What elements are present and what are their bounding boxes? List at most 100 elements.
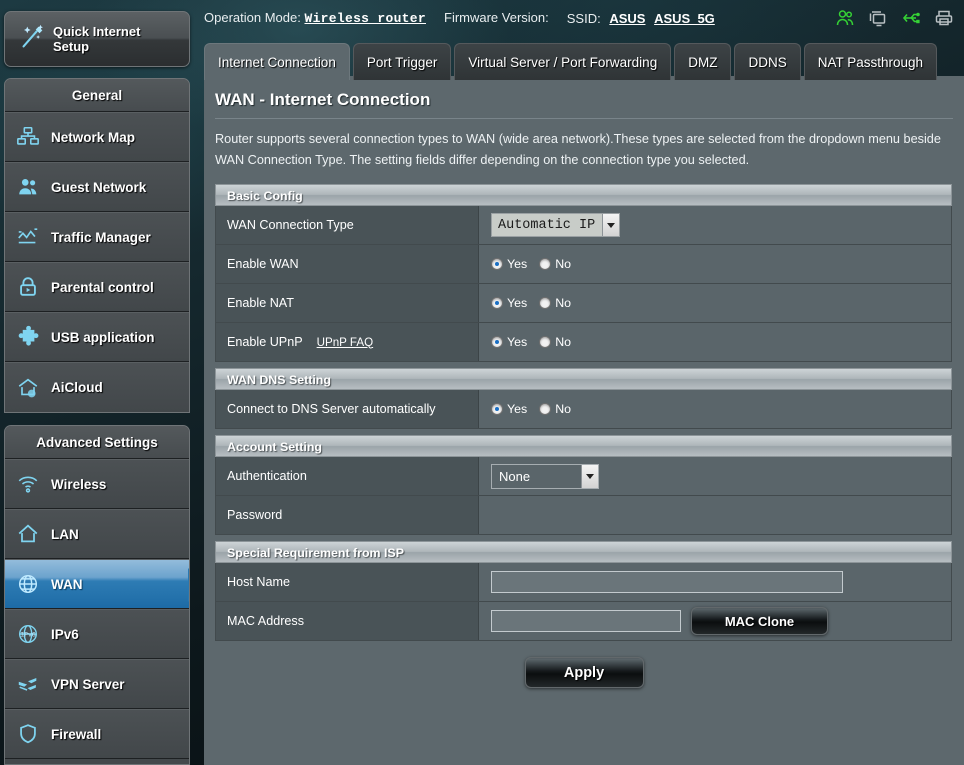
users-icon[interactable]	[835, 8, 855, 28]
radio-icon[interactable]	[491, 258, 503, 270]
sidebar-general-title: General	[5, 79, 189, 112]
sidebar-item-usb-application-label: USB application	[51, 329, 155, 345]
page-description: Router supports several connection types…	[215, 132, 941, 167]
quick-internet-setup-button[interactable]: Quick Internet Setup	[4, 11, 190, 67]
field-auto-dns: Yes No	[479, 390, 951, 428]
section-isp-heading: Special Requirement from ISP	[215, 541, 952, 563]
operation-mode-value[interactable]: Wireless router	[304, 11, 426, 26]
label-host-name: Host Name	[216, 563, 479, 601]
authentication-select[interactable]: None	[491, 463, 599, 489]
enable-upnp-no-label: No	[555, 335, 572, 349]
clients-icon[interactable]	[868, 8, 888, 28]
section-account-setting: Account Setting Authentication None Pass…	[215, 435, 952, 535]
shield-icon	[5, 722, 51, 746]
wan-connection-type-select[interactable]: Automatic IP	[491, 213, 621, 237]
puzzle-icon	[5, 325, 51, 349]
auto-dns-radio-group: Yes No	[491, 402, 571, 416]
sidebar-item-firewall[interactable]: Firewall	[5, 709, 189, 759]
ssid-value-2g[interactable]: ASUS	[609, 11, 645, 26]
vpn-arrows-icon	[5, 672, 51, 696]
sidebar-item-aicloud[interactable]: AiCloud	[5, 362, 189, 412]
sidebar-item-vpn-server[interactable]: VPN Server	[5, 659, 189, 709]
chevron-down-icon[interactable]	[602, 214, 620, 236]
sidebar-item-ipv6[interactable]: IPv6 IPv6	[5, 609, 189, 659]
auto-dns-yes[interactable]: Yes	[491, 402, 527, 416]
operation-mode: Operation Mode: Wireless router	[204, 10, 426, 26]
lock-icon	[5, 275, 51, 299]
ipv6-globe-icon: IPv6	[5, 622, 51, 646]
title-divider	[215, 118, 953, 119]
row-auto-dns: Connect to DNS Server automatically Yes …	[215, 390, 952, 429]
sidebar-item-guest-network-label: Guest Network	[51, 179, 147, 195]
mac-address-input[interactable]	[491, 610, 681, 632]
auto-dns-no[interactable]: No	[539, 402, 571, 416]
printer-icon[interactable]	[934, 8, 954, 28]
field-enable-upnp: Yes No	[479, 323, 951, 361]
mac-clone-button[interactable]: MAC Clone	[691, 607, 828, 635]
host-name-input[interactable]	[491, 571, 843, 593]
tab-port-trigger[interactable]: Port Trigger	[352, 43, 452, 80]
enable-wan-yes-label: Yes	[507, 257, 528, 271]
enable-wan-no[interactable]: No	[539, 257, 571, 271]
sidebar-item-network-map-label: Network Map	[51, 129, 136, 145]
radio-icon[interactable]	[491, 336, 503, 348]
tab-dmz[interactable]: DMZ	[674, 43, 732, 80]
svg-text:IPv6: IPv6	[20, 630, 36, 638]
usb-icon[interactable]	[901, 8, 921, 28]
sidebar-item-traffic-manager-label: Traffic Manager	[51, 229, 151, 245]
cloud-home-icon	[5, 376, 51, 400]
radio-icon[interactable]	[491, 297, 503, 309]
label-enable-upnp: Enable UPnP UPnP FAQ	[216, 323, 479, 361]
network-map-icon	[5, 125, 51, 149]
qis-line2: Setup	[53, 39, 90, 54]
radio-icon[interactable]	[539, 403, 552, 415]
sidebar-item-ipv6-label: IPv6	[51, 626, 79, 642]
radio-icon[interactable]	[539, 297, 552, 309]
row-enable-wan: Enable WAN Yes No	[215, 245, 952, 284]
enable-nat-yes-label: Yes	[507, 296, 528, 310]
enable-upnp-yes[interactable]: Yes	[491, 335, 527, 349]
tab-internet-connection[interactable]: Internet Connection	[204, 43, 350, 80]
content-panel: WAN - Internet Connection Router support…	[204, 76, 964, 765]
enable-upnp-no[interactable]: No	[539, 335, 571, 349]
sidebar-item-usb-application[interactable]: USB application	[5, 312, 189, 362]
sidebar-item-network-map[interactable]: Network Map	[5, 112, 189, 162]
guest-network-icon	[5, 175, 51, 199]
section-wan-dns-setting: WAN DNS Setting Connect to DNS Server au…	[215, 368, 952, 429]
enable-wan-no-label: No	[555, 257, 572, 271]
radio-icon[interactable]	[539, 258, 552, 270]
ssid-info: SSID: ASUS ASUS_5G	[567, 11, 715, 26]
tab-ddns[interactable]: DDNS	[734, 43, 801, 80]
row-wan-connection-type: WAN Connection Type Automatic IP	[215, 206, 952, 245]
apply-button[interactable]: Apply	[524, 657, 644, 688]
enable-wan-yes[interactable]: Yes	[491, 257, 527, 271]
sidebar-item-guest-network[interactable]: Guest Network	[5, 162, 189, 212]
enable-nat-yes[interactable]: Yes	[491, 296, 527, 310]
sidebar-item-lan-label: LAN	[51, 526, 79, 542]
enable-upnp-yes-label: Yes	[507, 335, 528, 349]
sidebar-item-traffic-manager[interactable]: Traffic Manager	[5, 212, 189, 262]
sidebar-general-panel: General Network Map Guest Network Traffi…	[4, 78, 190, 413]
radio-icon[interactable]	[491, 403, 503, 415]
field-mac-address: MAC Clone	[479, 602, 951, 640]
wifi-icon	[5, 472, 51, 496]
sidebar-item-wireless[interactable]: Wireless	[5, 459, 189, 509]
tab-nat-passthrough[interactable]: NAT Passthrough	[803, 43, 938, 80]
sidebar-item-lan[interactable]: LAN	[5, 509, 189, 559]
home-icon	[5, 522, 51, 546]
tab-virtual-server-port-forwarding[interactable]: Virtual Server / Port Forwarding	[454, 43, 672, 80]
sidebar-item-wireless-label: Wireless	[51, 476, 107, 492]
row-enable-nat: Enable NAT Yes No	[215, 284, 952, 323]
sidebar-item-wan[interactable]: WAN	[5, 559, 189, 609]
upnp-faq-link[interactable]: UPnP FAQ	[317, 336, 374, 349]
row-host-name: Host Name	[215, 563, 952, 602]
enable-nat-no[interactable]: No	[539, 296, 571, 310]
sidebar-item-parental-control[interactable]: Parental control	[5, 262, 189, 312]
ssid-value-5g[interactable]: ASUS_5G	[654, 11, 715, 26]
section-account-setting-heading: Account Setting	[215, 435, 952, 457]
row-password: Password	[215, 496, 952, 535]
label-enable-wan: Enable WAN	[216, 245, 479, 283]
chevron-down-icon[interactable]	[581, 464, 598, 488]
field-authentication: None	[479, 457, 951, 495]
radio-icon[interactable]	[539, 336, 552, 348]
